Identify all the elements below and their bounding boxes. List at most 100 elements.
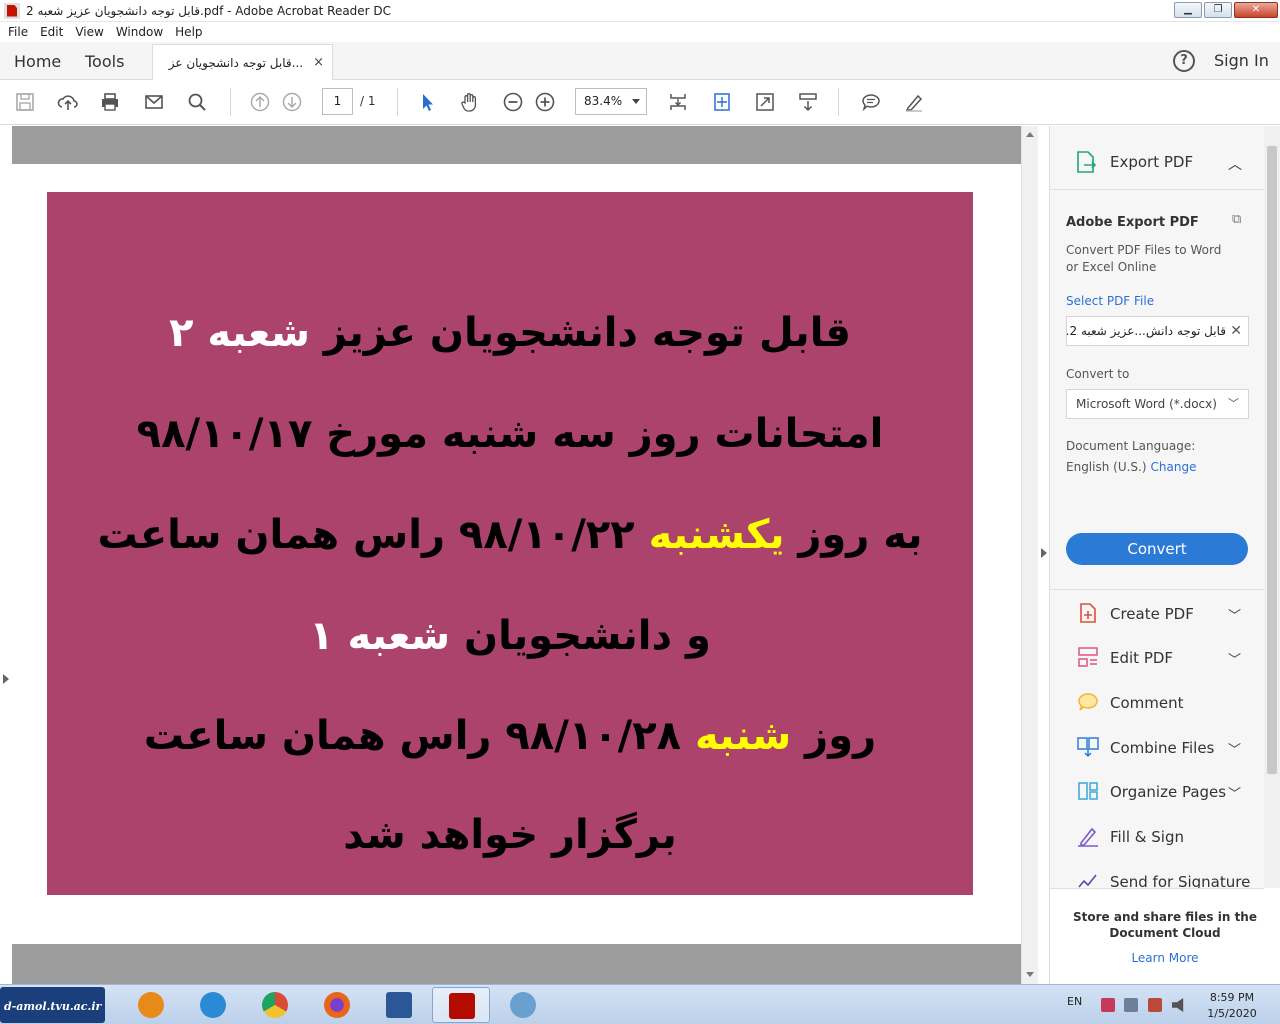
language-indicator[interactable]: EN <box>1067 995 1082 1008</box>
menu-file[interactable]: File <box>2 25 34 39</box>
tool-label: Organize Pages <box>1110 783 1227 801</box>
tool-create-pdf[interactable]: Create PDF ﹀ <box>1050 593 1264 633</box>
previous-page-icon[interactable] <box>248 90 272 114</box>
acrobat-icon <box>449 993 475 1019</box>
acrobat-app-icon <box>4 2 20 19</box>
export-pdf-panel: Adobe Export PDF ⧉ Convert PDF Files to … <box>1050 190 1264 590</box>
tool-organize-pages[interactable]: Organize Pages ﹀ <box>1050 771 1264 811</box>
save-icon[interactable] <box>13 90 37 114</box>
sign-in-link[interactable]: Sign In <box>1214 51 1269 70</box>
taskbar-app-media-player[interactable] <box>122 987 180 1023</box>
export-pdf-header[interactable]: Export PDF ︿ <box>1050 126 1264 190</box>
menu-window[interactable]: Window <box>110 25 169 39</box>
right-pane-toggle[interactable] <box>1038 126 1050 984</box>
zoom-out-icon[interactable] <box>501 90 525 114</box>
read-mode-icon[interactable] <box>796 90 820 114</box>
page-total: / 1 <box>360 94 376 108</box>
chevron-down-icon: ﹀ <box>1228 397 1239 410</box>
tabs-row: Home Tools قابل توجه دانشجویان عز... × ?… <box>0 42 1280 80</box>
comment-icon[interactable] <box>859 90 883 114</box>
close-tab-icon[interactable]: × <box>313 55 324 70</box>
next-page-icon[interactable] <box>280 90 304 114</box>
volume-icon[interactable] <box>1172 998 1184 1012</box>
menu-help[interactable]: Help <box>169 25 208 39</box>
tools-pane-scrollbar[interactable] <box>1264 126 1280 888</box>
paint-icon <box>510 992 536 1018</box>
select-cursor-icon[interactable] <box>415 90 439 114</box>
tab-tools[interactable]: Tools <box>85 52 124 71</box>
pdf-page: قابل توجه دانشجویان عزیز شعبه ۲ امتحانات… <box>12 164 1021 944</box>
convert-button[interactable]: Convert <box>1066 533 1248 565</box>
scroll-up-icon[interactable] <box>1026 132 1034 137</box>
tool-label: Create PDF <box>1110 605 1194 623</box>
search-icon[interactable] <box>185 90 209 114</box>
chevron-down-icon[interactable]: ﹀ <box>1228 605 1241 624</box>
restore-button[interactable]: ❐ <box>1204 2 1232 18</box>
taskbar-app-internet-explorer[interactable] <box>184 987 242 1023</box>
announcement-segment: و دانشجویان <box>450 613 711 659</box>
announcement-segment: برگزار خواهد شد <box>343 812 677 858</box>
convert-to-label: Convert to <box>1066 367 1130 381</box>
document-scrollbar[interactable] <box>1021 126 1038 984</box>
document-viewer[interactable]: قابل توجه دانشجویان عزیز شعبه ۲ امتحانات… <box>12 126 1021 984</box>
fit-page-icon[interactable] <box>710 90 734 114</box>
close-button[interactable]: ✕ <box>1234 2 1278 18</box>
scrollbar-thumb[interactable] <box>1267 146 1277 774</box>
zoom-in-icon[interactable] <box>533 90 557 114</box>
email-icon[interactable] <box>142 90 166 114</box>
selected-file-field[interactable]: قابل توجه دانش...عزیز شعبه 2.pdf ✕ <box>1066 316 1249 346</box>
learn-more-link[interactable]: Learn More <box>1050 951 1280 965</box>
chevron-up-icon[interactable]: ︿ <box>1228 154 1242 174</box>
scroll-down-icon[interactable] <box>1026 972 1034 977</box>
chevron-down-icon[interactable]: ﹀ <box>1228 783 1241 802</box>
minimize-button[interactable]: ▁ <box>1174 2 1202 18</box>
scrolling-mode-icon[interactable] <box>666 90 690 114</box>
taskbar-app-paint[interactable] <box>494 987 552 1023</box>
tool-label: Combine Files <box>1110 739 1215 757</box>
tool-fill-sign[interactable]: Fill & Sign <box>1050 816 1264 856</box>
full-screen-icon[interactable] <box>753 90 777 114</box>
announcement-segment: قابل توجه دانشجویان عزیز <box>309 310 851 356</box>
network-icon[interactable] <box>1124 998 1138 1012</box>
left-pane-toggle[interactable] <box>0 126 12 984</box>
select-pdf-file-link[interactable]: Select PDF File <box>1066 294 1154 308</box>
tool-edit-pdf[interactable]: Edit PDF ﹀ <box>1050 637 1264 677</box>
document-tab-label: قابل توجه دانشجویان عز... <box>168 55 304 70</box>
clear-file-icon[interactable]: ✕ <box>1230 317 1242 345</box>
tool-label: Comment <box>1110 694 1184 712</box>
taskbar-app-firefox[interactable] <box>308 987 366 1023</box>
document-language: Document Language: English (U.S.) Change <box>1066 436 1197 478</box>
announcement-segment: شعبه ۱ <box>309 613 451 659</box>
fill-sign-icon <box>1078 827 1098 847</box>
change-language-link[interactable]: Change <box>1151 460 1197 474</box>
window-controls: ▁ ❐ ✕ <box>1174 2 1278 18</box>
chevron-down-icon[interactable]: ﹀ <box>1228 739 1241 758</box>
copy-settings-icon[interactable]: ⧉ <box>1232 212 1241 227</box>
tool-comment[interactable]: Comment <box>1050 682 1264 722</box>
toolbar-separator <box>230 88 231 116</box>
taskbar-app-chrome[interactable] <box>246 987 304 1023</box>
document-tab[interactable]: قابل توجه دانشجویان عز... × <box>152 44 333 80</box>
tab-home[interactable]: Home <box>14 52 61 71</box>
system-clock[interactable]: 8:59 PM 1/5/2020 <box>1202 990 1262 1022</box>
upload-cloud-icon[interactable] <box>56 90 80 114</box>
hand-tool-icon[interactable] <box>458 90 482 114</box>
menu-view[interactable]: View <box>69 25 109 39</box>
page-number-input[interactable]: 1 <box>322 88 353 115</box>
chevron-down-icon[interactable]: ﹀ <box>1228 649 1241 668</box>
tray-app-icon[interactable] <box>1101 998 1115 1012</box>
zoom-value: 83.4% <box>584 94 623 108</box>
action-center-icon[interactable] <box>1148 998 1162 1012</box>
internet-explorer-icon <box>200 992 226 1018</box>
highlight-pen-icon[interactable] <box>902 90 926 114</box>
print-icon[interactable] <box>98 90 122 114</box>
announcement-segment: امتحانات روز سه شنبه مورخ ۹۸/۱۰/۱۷ <box>136 411 884 457</box>
convert-format-select[interactable]: Microsoft Word (*.docx) ﹀ <box>1066 389 1249 419</box>
help-icon[interactable]: ? <box>1173 50 1195 72</box>
taskbar-app-acrobat[interactable] <box>432 987 490 1023</box>
tool-combine-files[interactable]: Combine Files ﹀ <box>1050 727 1264 767</box>
start-button[interactable]: d-amol.tvu.ac.ir <box>0 987 105 1023</box>
taskbar-app-word[interactable] <box>370 987 428 1023</box>
zoom-select[interactable]: 83.4% <box>575 88 647 115</box>
menu-edit[interactable]: Edit <box>34 25 69 39</box>
